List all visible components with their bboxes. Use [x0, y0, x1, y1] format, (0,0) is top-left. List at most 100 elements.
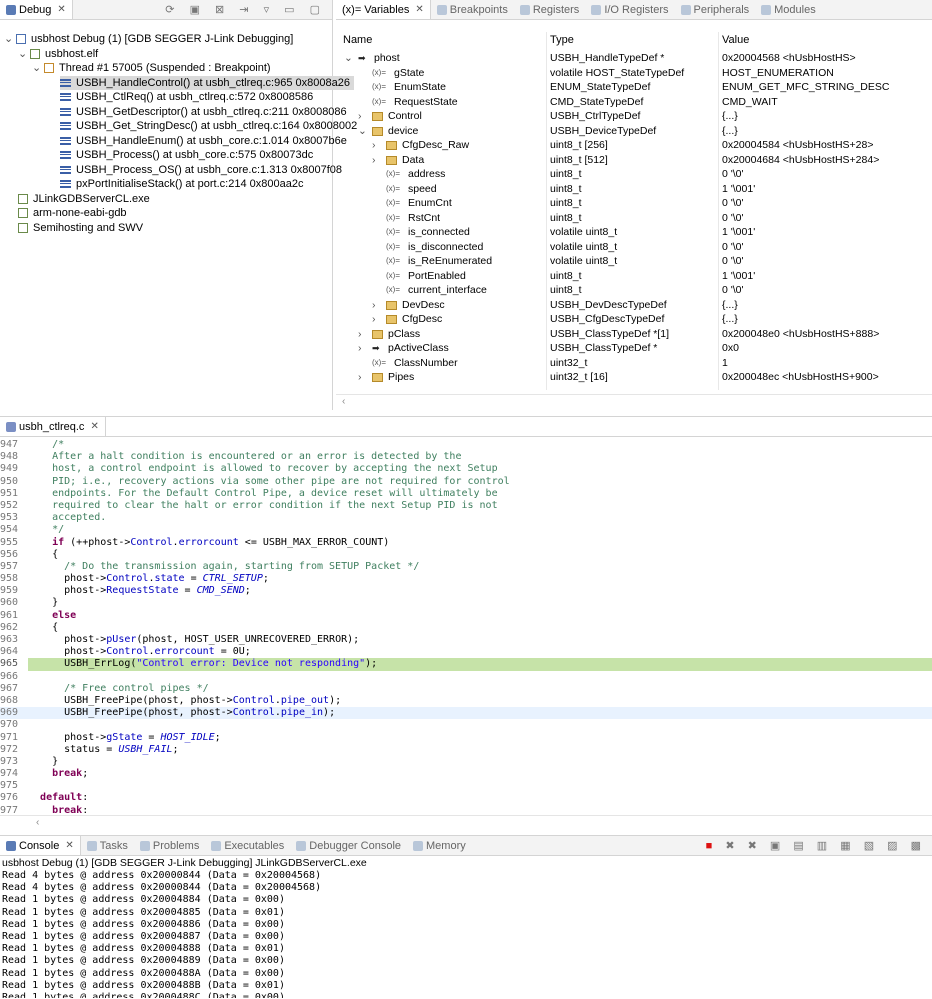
variable-row[interactable]: (x)= is_connected volatile uint8_t 1 '\001'	[336, 225, 932, 240]
chevron-right-icon[interactable]: ›	[372, 153, 376, 168]
tab-breakpoints[interactable]: Breakpoints	[431, 0, 514, 19]
debug-tree-item[interactable]: USBH_CtlReq() at usbh_ctlreq.c:572 0x800…	[60, 90, 313, 105]
line-number: 970	[0, 719, 19, 731]
variable-row[interactable]: › ➡ pActiveClass USBH_ClassTypeDef * 0x0	[336, 341, 932, 356]
column-name[interactable]: Name	[343, 34, 372, 46]
chevron-right-icon[interactable]: ›	[372, 312, 376, 327]
debug-tree-item[interactable]: arm-none-eabi-gdb	[18, 206, 127, 221]
chevron-down-icon[interactable]: ⌄	[344, 51, 353, 66]
variable-row[interactable]: (x)= EnumState ENUM_StateTypeDef ENUM_GET_M…	[336, 80, 932, 95]
debug-tree-item[interactable]: ⌄ usbhost Debug (1) [GDB SEGGER J-Link De…	[4, 32, 293, 47]
variable-row[interactable]: (x)= current_interface uint8_t 0 '\0'	[336, 283, 932, 298]
console-toolbar-icons[interactable]: ■ ✖ ✖ ▣ ▤ ▥ ▦ ▧ ▨ ▩	[706, 839, 932, 852]
code-line: 966	[0, 671, 932, 683]
chevron-down-icon[interactable]: ⌄	[358, 124, 367, 139]
debug-tree-item[interactable]: pxPortInitialiseStack() at port.c:214 0x…	[60, 177, 303, 192]
chevron-right-icon[interactable]: ›	[358, 109, 362, 124]
column-type[interactable]: Type	[550, 34, 574, 46]
variable-name: address	[408, 168, 446, 180]
debug-tree-item[interactable]: USBH_GetDescriptor() at usbh_ctlreq.c:21…	[60, 105, 347, 120]
code-line: 952 required to clear the halt or error …	[0, 500, 932, 512]
code-text: if (++phost->Control.errorcount <= USBH_…	[52, 536, 390, 548]
tab-registers[interactable]: Registers	[514, 0, 585, 19]
variable-row[interactable]: › CfgDesc_Raw uint8_t [256] 0x20004584 <hUs…	[336, 138, 932, 153]
variable-type: USBH_CtrlTypeDef	[550, 110, 641, 122]
struct-icon	[386, 141, 397, 150]
debug-tree-item[interactable]: USBH_HandleControl() at usbh_ctlreq.c:96…	[60, 75, 354, 90]
debug-tree-item[interactable]: USBH_Process() at usbh_core.c:575 0x8007…	[60, 148, 313, 163]
variable-value: 0 '\0'	[722, 197, 744, 209]
code-area[interactable]: 947 /* 948 After a halt condition is enco…	[0, 439, 932, 813]
variable-row[interactable]: ⌄ ➡ phost USBH_HandleTypeDef * 0x20004568 <h…	[336, 51, 932, 66]
tab-peripherals[interactable]: Peripherals	[675, 0, 756, 19]
expand-arrow-icon[interactable]: ⌄	[4, 32, 14, 47]
tab-usbh-ctlreq-c[interactable]: usbh_ctlreq.c ✕	[0, 417, 106, 436]
tab-console[interactable]: Console ✕	[0, 836, 81, 855]
tab-i-o-registers[interactable]: I/O Registers	[585, 0, 674, 19]
variable-row[interactable]: (x)= RequestState CMD_StateTypeDef CMD_WAIT	[336, 95, 932, 110]
variable-row[interactable]: (x)= PortEnabled uint8_t 1 '\001'	[336, 269, 932, 284]
tab-modules[interactable]: Modules	[755, 0, 822, 19]
close-icon[interactable]: ✕	[57, 4, 65, 15]
expand-arrow-icon[interactable]: ⌄	[32, 61, 42, 76]
code-line: 964 phost->Control.errorcount = 0U;	[0, 646, 932, 658]
chevron-right-icon[interactable]: ›	[372, 138, 376, 153]
variable-row[interactable]: ⌄ device USBH_DeviceTypeDef {...}	[336, 124, 932, 139]
tab-executables[interactable]: Executables	[205, 836, 290, 855]
chevron-right-icon[interactable]: ›	[358, 341, 362, 356]
variable-row[interactable]: (x)= is_ReEnumerated volatile uint8_t 0 '\0…	[336, 254, 932, 269]
chevron-right-icon[interactable]: ›	[358, 370, 362, 385]
debug-tree-item[interactable]: USBH_Process_OS() at usbh_core.c:1.313 0…	[60, 163, 342, 178]
debug-tree-item[interactable]: JLinkGDBServerCL.exe	[18, 192, 150, 207]
code-line: 955 if (++phost->Control.errorcount <= U…	[0, 537, 932, 549]
line-number: 951	[0, 487, 19, 499]
variable-row[interactable]: (x)= ClassNumber uint32_t 1	[336, 356, 932, 371]
line-number: 956	[0, 548, 19, 560]
variable-row[interactable]: › Control USBH_CtrlTypeDef {...}	[336, 109, 932, 124]
variable-type: uint8_t	[550, 197, 582, 209]
variable-type: uint32_t [16]	[550, 371, 608, 383]
debug-tree-item[interactable]: USBH_Get_StringDesc() at usbh_ctlreq.c:1…	[60, 119, 357, 134]
variable-row[interactable]: › pClass USBH_ClassTypeDef *[1] 0x200048e0 …	[336, 327, 932, 342]
debug-tree-item[interactable]: ⌄ Thread #1 57005 (Suspended : Breakpoint…	[32, 61, 271, 76]
variable-value: 1 '\001'	[722, 269, 756, 282]
console-line: Read 1 bytes @ address 0x2000488A (Data …	[2, 967, 285, 979]
tab-debug[interactable]: Debug ✕	[0, 0, 73, 19]
console-output[interactable]: Read 4 bytes @ address 0x20000844 (Data …	[0, 870, 932, 998]
variable-row[interactable]: (x)= gState volatile HOST_StateTypeDef HOST…	[336, 66, 932, 81]
line-number: 955	[0, 536, 19, 548]
variable-row[interactable]: (x)= EnumCnt uint8_t 0 '\0'	[336, 196, 932, 211]
tab-tasks[interactable]: Tasks	[81, 836, 134, 855]
chevron-right-icon[interactable]: ›	[372, 298, 376, 313]
horizontal-scrollbar[interactable]: ‹	[0, 815, 932, 829]
code-line: 954 */	[0, 524, 932, 536]
expand-arrow-icon[interactable]: ⌄	[18, 47, 28, 62]
variable-row[interactable]: (x)= RstCnt uint8_t 0 '\0'	[336, 211, 932, 226]
pointer-icon: ➡	[358, 53, 366, 63]
variable-row[interactable]: › Pipes uint32_t [16] 0x200048ec <hUsbHostH…	[336, 370, 932, 385]
tab-memory[interactable]: Memory	[407, 836, 472, 855]
tab-problems[interactable]: Problems	[134, 836, 205, 855]
variable-row[interactable]: (x)= address uint8_t 0 '\0'	[336, 167, 932, 182]
code-line: 947 /*	[0, 439, 932, 451]
variable-row[interactable]: (x)= is_disconnected volatile uint8_t 0 '\0…	[336, 240, 932, 255]
variable-row[interactable]: (x)= speed uint8_t 1 '\001'	[336, 182, 932, 197]
line-number: 964	[0, 646, 19, 658]
close-icon[interactable]: ✕	[415, 4, 423, 15]
close-icon[interactable]: ✕	[65, 840, 73, 851]
variable-row[interactable]: › DevDesc USBH_DevDescTypeDef {...}	[336, 298, 932, 313]
code-line: 960 }	[0, 597, 932, 609]
variable-icon: (x)=	[372, 67, 386, 77]
column-value[interactable]: Value	[722, 34, 749, 46]
variable-name: ClassNumber	[394, 356, 458, 369]
tab-debugger-console[interactable]: Debugger Console	[290, 836, 407, 855]
close-icon[interactable]: ✕	[90, 421, 98, 432]
variable-row[interactable]: › Data uint8_t [512] 0x20004684 <hUsbHostHS…	[336, 153, 932, 168]
chevron-right-icon[interactable]: ›	[358, 327, 362, 342]
tab-x-variables[interactable]: (x)= Variables ✕	[336, 0, 431, 19]
horizontal-scrollbar[interactable]: ‹	[336, 394, 932, 408]
debug-tree-item[interactable]: ⌄ usbhost.elf	[18, 47, 98, 62]
debug-tree-item[interactable]: USBH_HandleEnum() at usbh_core.c:1.014 0…	[60, 134, 347, 149]
debug-tree-item[interactable]: Semihosting and SWV	[18, 221, 143, 236]
variable-row[interactable]: › CfgDesc USBH_CfgDescTypeDef {...}	[336, 312, 932, 327]
